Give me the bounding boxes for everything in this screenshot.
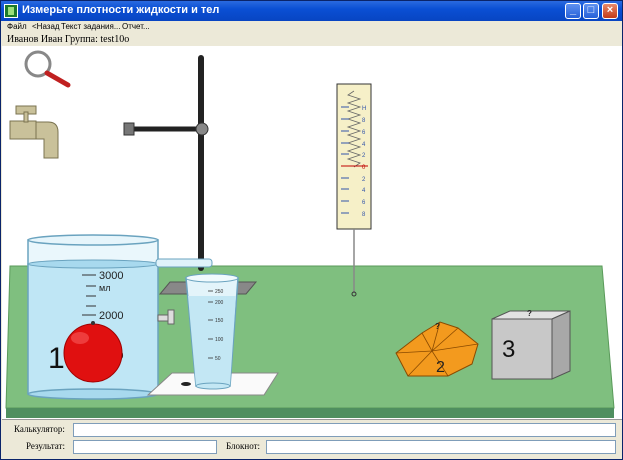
- body-3-mark: ?: [527, 309, 532, 318]
- cylinder-tick-100: 100: [215, 337, 224, 343]
- cylinder-tick-150: 150: [215, 318, 224, 324]
- beaker-tick-unit: мл: [99, 283, 110, 293]
- bottom-panel: Калькулятор: Результат: Блокнот:: [2, 419, 622, 459]
- app-icon: [4, 4, 18, 18]
- menu-file[interactable]: Файл: [7, 22, 27, 31]
- user-info: Иванов Иван Группа: test10o: [7, 34, 130, 45]
- window-title: Измерьте плотности жидкости и тел: [22, 4, 220, 16]
- result-label: Результат:: [26, 441, 65, 451]
- body-2-mark: ?: [435, 322, 440, 331]
- beaker-tick-2000: 2000: [99, 310, 123, 322]
- maximize-button[interactable]: □: [583, 3, 599, 19]
- ball-1-label: 1: [48, 342, 65, 375]
- faucet-icon[interactable]: [9, 105, 59, 159]
- lab-scene-svg: 3000 мл 2000 1000 1: [5, 50, 615, 418]
- dynamometer[interactable]: [336, 83, 372, 297]
- menu-task-text[interactable]: Текст задания...: [61, 22, 120, 31]
- result-field[interactable]: [73, 440, 217, 454]
- notepad-field[interactable]: [266, 440, 616, 454]
- body-2-label: 2: [436, 359, 445, 376]
- notepad-label: Блокнот:: [226, 441, 261, 451]
- dynamometer-unit: Н: [362, 106, 366, 112]
- calculator-field[interactable]: [73, 423, 616, 437]
- minimize-button[interactable]: _: [565, 3, 581, 19]
- body-3-label: 3: [502, 336, 515, 363]
- cylinder-tick-250: 250: [215, 289, 224, 295]
- menu-back[interactable]: <Назад: [32, 22, 60, 31]
- cylinder-tick-50: 50: [215, 356, 221, 362]
- menu-report[interactable]: Отчет...: [122, 22, 150, 31]
- menu-bar: Файл <Назад Текст задания... Отчет...: [1, 21, 622, 34]
- beaker-tick-3000: 3000: [99, 270, 123, 282]
- close-button[interactable]: ×: [602, 3, 618, 19]
- title-bar[interactable]: Измерьте плотности жидкости и тел _ □ ×: [1, 1, 622, 21]
- magnifier-icon[interactable]: [24, 50, 71, 88]
- calculator-label: Калькулятор:: [14, 424, 65, 434]
- lab-scene: 3000 мл 2000 1000 1: [2, 46, 622, 419]
- cylinder-tick-200: 200: [215, 300, 224, 306]
- table-front-edge: [6, 408, 614, 418]
- app-window: Измерьте плотности жидкости и тел _ □ × …: [0, 0, 623, 460]
